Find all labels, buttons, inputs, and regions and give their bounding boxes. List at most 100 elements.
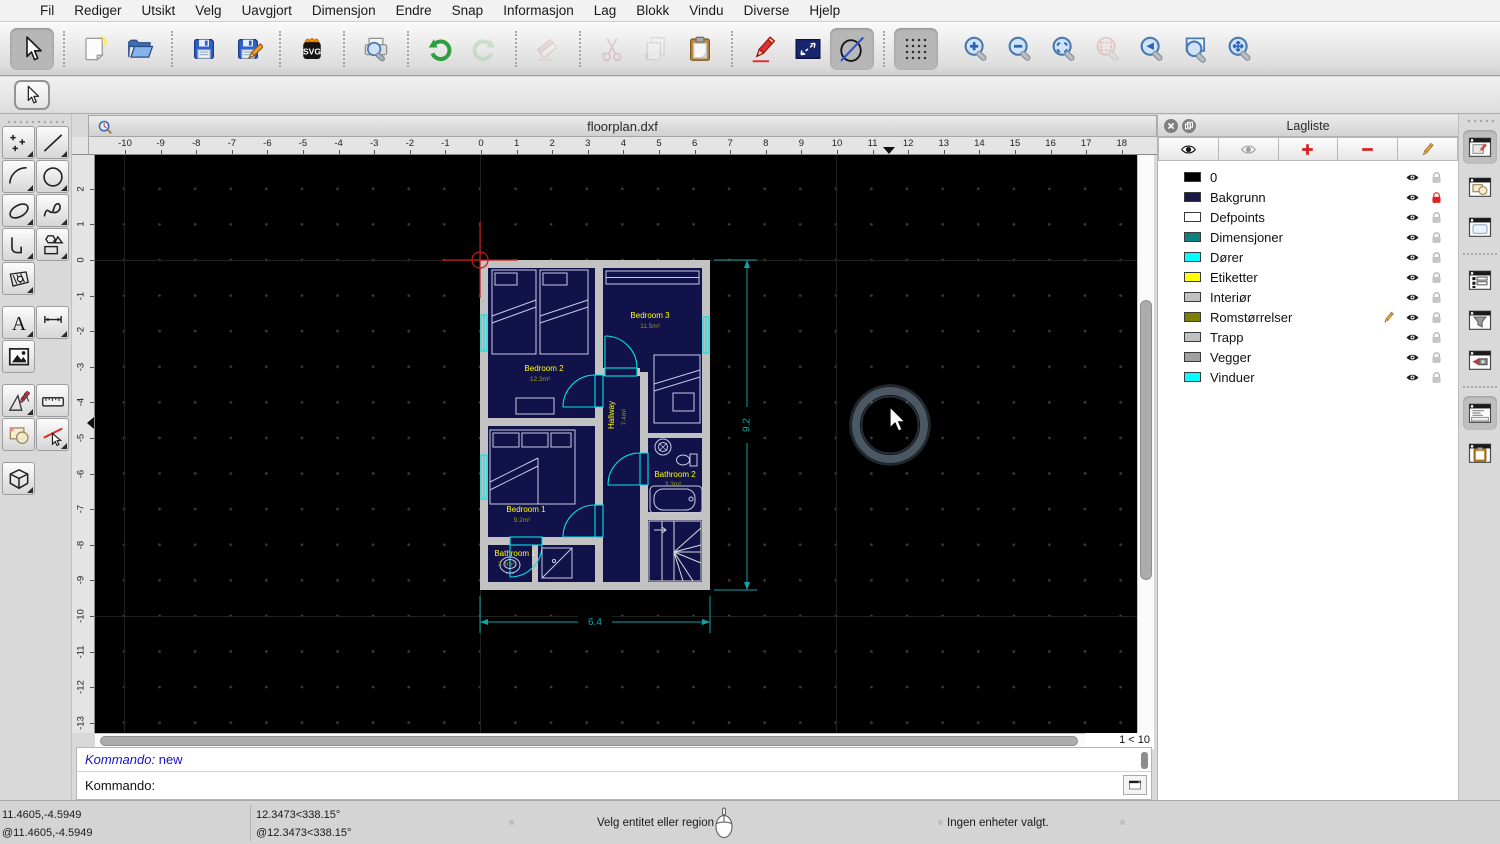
layer-lock-icon[interactable] (1429, 170, 1444, 185)
ellipse-tool-button[interactable] (2, 194, 35, 227)
layer-visibility-eye-icon[interactable] (1405, 330, 1420, 345)
layer-row-Defpoints[interactable]: Defpoints (1158, 207, 1458, 227)
new-document-button[interactable] (74, 28, 118, 70)
dock-clipboard-button[interactable] (1463, 436, 1497, 470)
menu-rediger[interactable]: Rediger (64, 0, 131, 22)
dock-blocks-button[interactable] (1463, 170, 1497, 204)
line-rect-button[interactable] (786, 28, 830, 70)
layer-visibility-eye-icon[interactable] (1405, 190, 1420, 205)
layer-row-Vinduer[interactable]: Vinduer (1158, 367, 1458, 387)
detach-icon[interactable] (1182, 119, 1196, 133)
layer-lock-icon[interactable] (1429, 190, 1444, 205)
layer-row-Dører[interactable]: Dører (1158, 247, 1458, 267)
layer-visibility-eye-icon[interactable] (1405, 350, 1420, 365)
show-all-layers-button[interactable] (1158, 137, 1219, 161)
layer-lock-icon[interactable] (1429, 270, 1444, 285)
dock-layers-button[interactable] (1462, 130, 1497, 164)
menu-fil[interactable]: Fil (30, 0, 64, 22)
remove-layer-button[interactable] (1338, 137, 1399, 161)
measure-tool-button[interactable] (36, 384, 69, 417)
copy-button[interactable] (634, 28, 678, 70)
horizontal-scrollbar[interactable] (95, 733, 1085, 747)
zoom-out-button[interactable] (998, 28, 1042, 70)
command-history-scrollbar[interactable] (1141, 752, 1148, 769)
layer-visibility-eye-icon[interactable] (1405, 250, 1420, 265)
layer-lock-icon[interactable] (1429, 290, 1444, 305)
horizontal-scrollbar-handle[interactable] (100, 736, 1078, 746)
save-as-button[interactable] (226, 28, 270, 70)
open-folder-button[interactable] (118, 28, 162, 70)
select-tool-button[interactable] (14, 80, 50, 110)
zoom-selection-button[interactable] (1086, 28, 1130, 70)
spline-tool-button[interactable] (36, 194, 69, 227)
layer-lock-icon[interactable] (1429, 370, 1444, 385)
eraser-button[interactable] (526, 28, 570, 70)
layer-row-0[interactable]: 0 (1158, 167, 1458, 187)
menu-dimensjon[interactable]: Dimensjon (302, 0, 386, 22)
shapes-tool-button[interactable] (36, 228, 69, 261)
redo-button[interactable] (462, 28, 506, 70)
close-icon[interactable] (1164, 119, 1178, 133)
layer-row-Dimensjoner[interactable]: Dimensjoner (1158, 227, 1458, 247)
menu-snap[interactable]: Snap (442, 0, 494, 22)
command-input[interactable]: Kommando: (77, 772, 1151, 799)
document-titlebar[interactable]: floorplan.dxf (88, 115, 1157, 137)
paste-button[interactable] (678, 28, 722, 70)
menu-diverse[interactable]: Diverse (734, 0, 800, 22)
layer-visibility-eye-icon[interactable] (1405, 310, 1420, 325)
layer-row-Bakgrunn[interactable]: Bakgrunn (1158, 187, 1458, 207)
draw-pencil-button[interactable] (742, 28, 786, 70)
layer-row-Romstørrelser[interactable]: Romstørrelser (1158, 307, 1458, 327)
svg-export-button[interactable]: SVG (290, 28, 334, 70)
cut-button[interactable] (590, 28, 634, 70)
menu-blokk[interactable]: Blokk (626, 0, 679, 22)
layer-visibility-eye-icon[interactable] (1405, 170, 1420, 185)
layer-lock-icon[interactable] (1429, 250, 1444, 265)
zoom-pan-button[interactable] (1218, 28, 1262, 70)
zoom-in-button[interactable] (954, 28, 998, 70)
palette-drag-handle[interactable] (6, 117, 65, 124)
block-tool-button[interactable] (2, 418, 35, 451)
layer-visibility-eye-icon[interactable] (1405, 370, 1420, 385)
text-tool-button[interactable]: A (2, 306, 35, 339)
layer-row-Trapp[interactable]: Trapp (1158, 327, 1458, 347)
drawing-canvas[interactable]: Bedroom 3 11.5m² Bedroom 2 12.3m² Hallwa… (95, 155, 1137, 733)
grid-button[interactable] (894, 27, 938, 70)
edit-layer-button[interactable] (1398, 137, 1458, 161)
dock-filter-button[interactable] (1463, 303, 1497, 337)
image-tool-button[interactable] (2, 340, 35, 373)
menu-utsikt[interactable]: Utsikt (132, 0, 186, 22)
layer-visibility-eye-icon[interactable] (1405, 270, 1420, 285)
menu-vindu[interactable]: Vindu (679, 0, 733, 22)
dock-beam-button[interactable] (1463, 343, 1497, 377)
modify-tool-button[interactable] (2, 384, 35, 417)
layer-lock-icon[interactable] (1429, 330, 1444, 345)
points-tool-button[interactable] (2, 126, 35, 159)
selection-arrow-button[interactable] (10, 27, 54, 70)
save-button[interactable] (182, 28, 226, 70)
solid3d-tool-button[interactable] (2, 462, 35, 495)
layer-visibility-eye-icon[interactable] (1405, 290, 1420, 305)
menu-velg[interactable]: Velg (185, 0, 231, 22)
layer-visibility-eye-icon[interactable] (1405, 210, 1420, 225)
layer-lock-icon[interactable] (1429, 310, 1444, 325)
hide-all-layers-button[interactable] (1218, 137, 1279, 161)
menu-uavgjort[interactable]: Uavgjort (232, 0, 302, 22)
line-tool-button[interactable] (36, 126, 69, 159)
hatch-tool-button[interactable] (2, 262, 35, 295)
polyline-tool-button[interactable] (2, 228, 35, 261)
vertical-scrollbar-handle[interactable] (1140, 300, 1152, 580)
layer-lock-icon[interactable] (1429, 230, 1444, 245)
undo-button[interactable] (418, 28, 462, 70)
dock-drag-handle[interactable] (1465, 118, 1494, 124)
zoom-previous-button[interactable] (1130, 28, 1174, 70)
dimension-tool-button[interactable] (36, 306, 69, 339)
dock-library-button[interactable] (1463, 210, 1497, 244)
layer-row-Etiketter[interactable]: Etiketter (1158, 267, 1458, 287)
attributes-tool-button[interactable] (36, 418, 69, 451)
layer-lock-icon[interactable] (1429, 210, 1444, 225)
layer-visibility-eye-icon[interactable] (1405, 230, 1420, 245)
print-preview-button[interactable] (354, 28, 398, 70)
dock-command-button[interactable] (1462, 396, 1497, 430)
circle-tool-button[interactable] (36, 160, 69, 193)
